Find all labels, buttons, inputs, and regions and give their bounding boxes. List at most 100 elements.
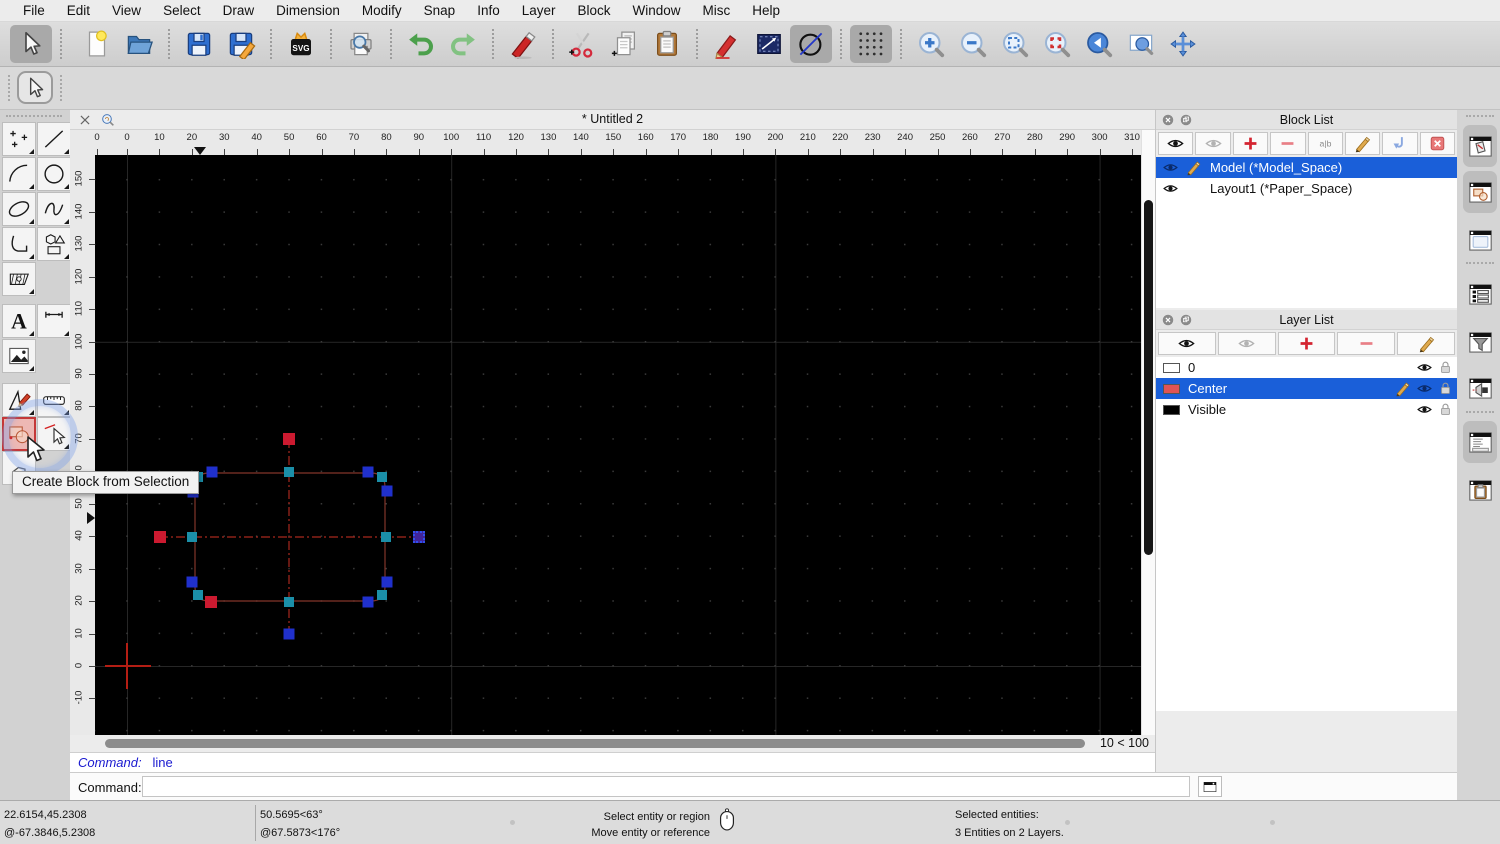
line-attributes-button[interactable]: [748, 25, 790, 63]
dock-toggle-entity-list[interactable]: [1463, 273, 1497, 315]
selection-handle-blue[interactable]: [362, 596, 374, 608]
layer-list-item[interactable]: 0: [1156, 357, 1457, 378]
selection-handle-red[interactable]: [283, 433, 295, 445]
selection-handle-purple[interactable]: [413, 531, 425, 543]
selection-handle-teal[interactable]: [193, 590, 203, 600]
menu-info[interactable]: Info: [466, 3, 511, 18]
toolbar-drag-handle[interactable]: [8, 75, 10, 101]
dimension-tool[interactable]: [37, 304, 71, 338]
zoom-in-button[interactable]: [910, 25, 952, 63]
cut-button[interactable]: [562, 25, 604, 63]
dock-toggle-blank-panel[interactable]: [1463, 219, 1497, 261]
select-tool-button[interactable]: [10, 25, 52, 63]
undo-button[interactable]: [400, 25, 442, 63]
export-svg-button[interactable]: SVG: [280, 25, 322, 63]
selection-handle-teal[interactable]: [377, 472, 387, 482]
blocks-show-all-button[interactable]: [1158, 132, 1194, 155]
menu-window[interactable]: Window: [622, 3, 692, 18]
block-list-item[interactable]: Model (*Model_Space): [1156, 157, 1457, 178]
rename-block-button[interactable]: a|b: [1307, 132, 1343, 155]
pencil-icon[interactable]: [1394, 380, 1411, 397]
layers-hide-all-button[interactable]: [1217, 332, 1276, 355]
zoom-current-button[interactable]: [1036, 25, 1078, 63]
add-layer-button[interactable]: [1277, 332, 1336, 355]
remove-all-blocks-button[interactable]: [1419, 132, 1455, 155]
selection-handle-blue[interactable]: [283, 628, 295, 640]
dock-toggle-library-browser[interactable]: [1463, 171, 1497, 213]
dock-toggle-command-line[interactable]: [1463, 421, 1497, 463]
selection-handle-teal[interactable]: [284, 467, 294, 477]
hatch-tool[interactable]: [2, 262, 36, 296]
lock-icon[interactable]: [1437, 380, 1454, 397]
zoom-auto-button[interactable]: [994, 25, 1036, 63]
pencil-icon[interactable]: [1185, 159, 1202, 176]
layers-show-all-button[interactable]: [1158, 332, 1216, 355]
selection-handle-blue[interactable]: [381, 576, 393, 588]
eye-icon[interactable]: [1416, 359, 1433, 376]
print-preview-button[interactable]: [340, 25, 382, 63]
lock-icon[interactable]: [1437, 359, 1454, 376]
text-tool[interactable]: A: [2, 304, 36, 338]
menu-modify[interactable]: Modify: [351, 3, 413, 18]
strip-drag-handle[interactable]: [1466, 411, 1494, 413]
spline-tool[interactable]: [37, 192, 71, 226]
zoom-window-button[interactable]: [1120, 25, 1162, 63]
selection-handle-blue[interactable]: [186, 576, 198, 588]
polyline-tool[interactable]: [2, 227, 36, 261]
menu-layer[interactable]: Layer: [511, 3, 567, 18]
selection-handle-red[interactable]: [154, 531, 166, 543]
save-as-button[interactable]: [220, 25, 262, 63]
palette-drag-handle[interactable]: [6, 115, 62, 117]
eye-icon[interactable]: [1162, 180, 1179, 197]
remove-layer-button[interactable]: [1337, 332, 1396, 355]
menu-help[interactable]: Help: [741, 3, 791, 18]
arc-tool[interactable]: [2, 157, 36, 191]
delete-button[interactable]: [502, 25, 544, 63]
menu-misc[interactable]: Misc: [692, 3, 742, 18]
menu-dimension[interactable]: Dimension: [265, 3, 351, 18]
shapes-tool[interactable]: [37, 227, 71, 261]
menu-edit[interactable]: Edit: [56, 3, 101, 18]
dock-toggle-block-edit[interactable]: [1463, 125, 1497, 167]
ellipse-tool[interactable]: [2, 192, 36, 226]
zoom-out-button[interactable]: [952, 25, 994, 63]
menu-block[interactable]: Block: [567, 3, 622, 18]
strip-drag-handle[interactable]: [1466, 115, 1494, 117]
selection-handle-blue[interactable]: [206, 466, 218, 478]
circle-attributes-button[interactable]: [790, 25, 832, 63]
layer-list-item[interactable]: Center: [1156, 378, 1457, 399]
block-list-item[interactable]: Layout1 (*Paper_Space): [1156, 178, 1457, 199]
selection-pointer-button[interactable]: [17, 71, 53, 104]
toolbar-drag-handle[interactable]: [60, 75, 62, 101]
selection-handle-red[interactable]: [205, 596, 217, 608]
redo-button[interactable]: [442, 25, 484, 63]
selection-handle-teal[interactable]: [381, 532, 391, 542]
vertical-scrollbar[interactable]: [1141, 130, 1155, 752]
eye-icon[interactable]: [1162, 159, 1179, 176]
horizontal-scroll-thumb[interactable]: [105, 739, 1085, 748]
menu-file[interactable]: File: [12, 3, 56, 18]
remove-block-button[interactable]: [1270, 132, 1306, 155]
blocks-hide-all-button[interactable]: [1195, 132, 1231, 155]
copy-button[interactable]: [604, 25, 646, 63]
zoom-previous-button[interactable]: [1078, 25, 1120, 63]
open-file-button[interactable]: [118, 25, 160, 63]
layer-list-item[interactable]: Visible: [1156, 399, 1457, 420]
vertical-scroll-thumb[interactable]: [1144, 200, 1153, 555]
command-dock-button[interactable]: [1198, 776, 1222, 797]
selection-handle-blue[interactable]: [362, 466, 374, 478]
dock-toggle-filter[interactable]: [1463, 321, 1497, 363]
edit-block-button[interactable]: [1344, 132, 1381, 155]
selection-handle-blue[interactable]: [381, 485, 393, 497]
menu-view[interactable]: View: [101, 3, 152, 18]
pen-attributes-button[interactable]: [706, 25, 748, 63]
selection-handle-teal[interactable]: [187, 532, 197, 542]
eye-icon[interactable]: [1416, 380, 1433, 397]
new-file-button[interactable]: [76, 25, 118, 63]
lock-icon[interactable]: [1437, 401, 1454, 418]
points-tool[interactable]: [2, 122, 36, 156]
dock-toggle-clipboard[interactable]: [1463, 469, 1497, 511]
circle-tool[interactable]: [37, 157, 71, 191]
insert-block-button[interactable]: [1382, 132, 1418, 155]
zoom-pan-button[interactable]: [1162, 25, 1204, 63]
